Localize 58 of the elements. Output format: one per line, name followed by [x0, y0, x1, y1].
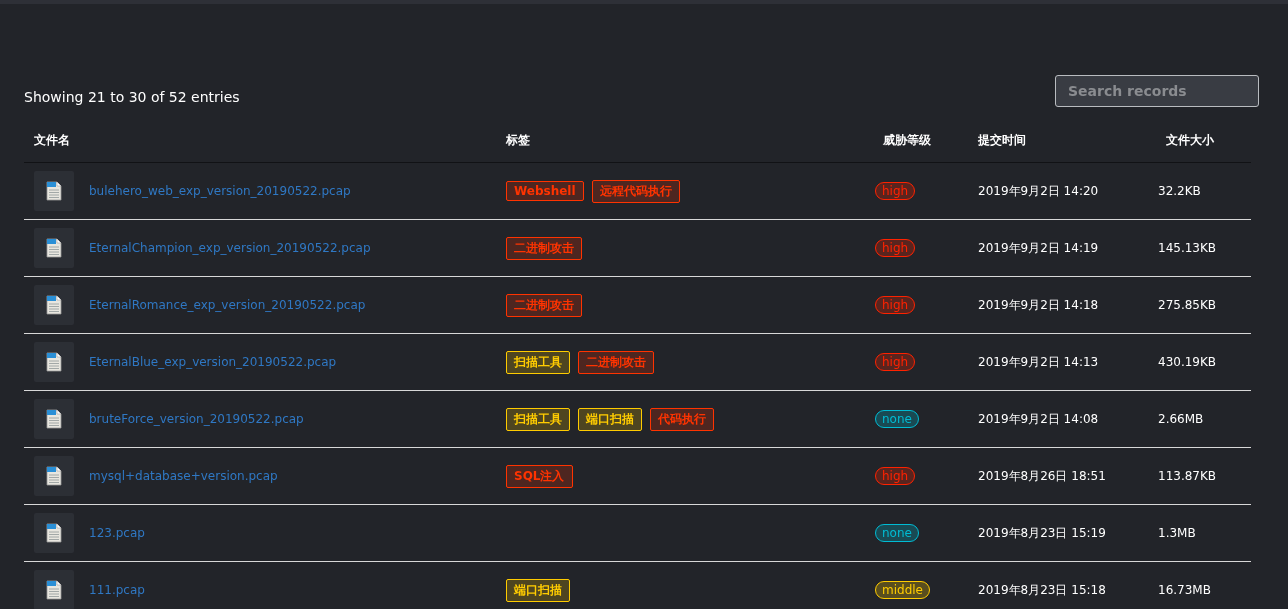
file-link[interactable]: mysql+database+version.pcap: [89, 469, 278, 483]
threat-level-pill: high: [875, 239, 916, 257]
tag-label: 代码执行: [650, 407, 714, 431]
file-size: 16.73MB: [1158, 583, 1211, 597]
column-header[interactable]: 威胁等级: [865, 118, 968, 162]
file-link[interactable]: EternalChampion_exp_version_20190522.pcap: [89, 241, 371, 255]
submit-time: 2019年8月23日 15:18: [978, 581, 1106, 599]
file-size: 145.13KB: [1158, 241, 1217, 255]
tag-label: 扫描工具: [506, 350, 570, 374]
tag-label: 扫描工具: [506, 407, 570, 431]
document-icon: [46, 580, 62, 600]
file-size: 275.85KB: [1158, 298, 1217, 312]
file-size: 113.87KB: [1158, 469, 1217, 483]
file-size: 2.66MB: [1158, 412, 1204, 426]
tag-label: 端口扫描: [506, 578, 570, 602]
document-icon: [46, 352, 62, 372]
tag-label: 二进制攻击: [506, 293, 582, 317]
file-link[interactable]: 111.pcap: [89, 583, 145, 597]
submit-time: 2019年8月26日 18:51: [978, 467, 1106, 485]
document-icon: [46, 238, 62, 258]
column-header[interactable]: 提交时间: [968, 118, 1148, 162]
file-link[interactable]: EternalRomance_exp_version_20190522.pcap: [89, 298, 366, 312]
submit-time: 2019年9月2日 14:13: [978, 353, 1099, 371]
document-icon: [46, 295, 62, 315]
file-link[interactable]: EternalBlue_exp_version_20190522.pcap: [89, 355, 337, 369]
tag-label: SQL注入: [506, 464, 573, 488]
document-icon: [46, 523, 62, 543]
tag-label: 二进制攻击: [506, 236, 582, 260]
tag-label: 二进制攻击: [578, 350, 654, 374]
entries-summary: Showing 21 to 30 of 52 entries: [24, 89, 240, 105]
document-icon: [46, 409, 62, 429]
threat-level-pill: none: [875, 524, 919, 542]
threat-level-pill: high: [875, 182, 916, 200]
threat-level-pill: high: [875, 353, 916, 371]
file-link[interactable]: bulehero_web_exp_version_20190522.pcap: [89, 184, 351, 198]
file-size: 32.2KB: [1158, 184, 1201, 198]
file-size: 1.3MB: [1158, 526, 1196, 540]
document-icon: [46, 466, 62, 486]
submit-time: 2019年9月2日 14:18: [978, 296, 1099, 314]
submit-time: 2019年8月23日 15:19: [978, 524, 1106, 542]
submit-time: 2019年9月2日 14:20: [978, 182, 1099, 200]
file-link[interactable]: bruteForce_version_20190522.pcap: [89, 412, 304, 426]
threat-level-pill: high: [875, 296, 916, 314]
threat-level-pill: none: [875, 410, 919, 428]
column-header[interactable]: 文件名: [24, 118, 496, 162]
column-header[interactable]: 文件大小: [1148, 118, 1251, 162]
search-field[interactable]: Search records: [1055, 75, 1259, 107]
submit-time: 2019年9月2日 14:19: [978, 239, 1099, 257]
column-header[interactable]: 标签: [496, 118, 865, 162]
threat-level-pill: middle: [875, 581, 930, 599]
file-size: 430.19KB: [1158, 355, 1217, 369]
tag-label: 远程代码执行: [591, 179, 680, 203]
file-link[interactable]: 123.pcap: [89, 526, 145, 540]
threat-level-pill: high: [875, 467, 916, 485]
submit-time: 2019年9月2日 14:08: [978, 410, 1099, 428]
document-icon: [46, 181, 62, 201]
tag-label: 端口扫描: [578, 407, 642, 431]
tag-label: Webshell: [506, 181, 584, 201]
